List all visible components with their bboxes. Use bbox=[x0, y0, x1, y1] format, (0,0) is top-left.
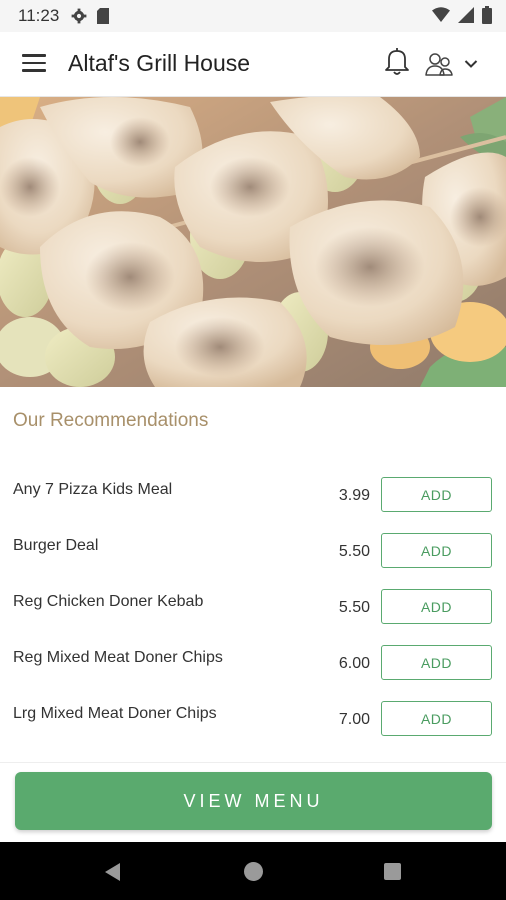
sd-card-icon bbox=[97, 8, 110, 24]
status-left-icons bbox=[71, 8, 110, 24]
list-item: Burger Deal 5.50 ADD bbox=[0, 533, 506, 589]
list-item: Any 7 Pizza Kids Meal 3.99 ADD bbox=[0, 477, 506, 533]
add-button[interactable]: ADD bbox=[381, 589, 492, 624]
list-item: Lrg Mixed Meat Doner Chips 7.00 ADD bbox=[0, 701, 506, 757]
status-right-icons bbox=[432, 6, 492, 24]
home-icon[interactable] bbox=[244, 862, 263, 881]
status-time: 11:23 bbox=[18, 6, 60, 25]
chevron-down-icon bbox=[464, 60, 478, 68]
bell-icon bbox=[385, 48, 409, 75]
item-price: 3.99 bbox=[338, 487, 370, 504]
list-item: Reg Mixed Meat Doner Chips 6.00 ADD bbox=[0, 645, 506, 701]
hero-image bbox=[0, 97, 506, 387]
item-price: 5.50 bbox=[338, 543, 370, 560]
account-menu-button[interactable] bbox=[424, 50, 492, 78]
divider bbox=[0, 762, 506, 763]
back-icon[interactable] bbox=[104, 862, 122, 882]
add-button[interactable]: ADD bbox=[381, 645, 492, 680]
item-name: Burger Deal bbox=[13, 537, 99, 554]
status-bar: 11:23 bbox=[0, 0, 506, 32]
account-icon bbox=[425, 53, 453, 76]
add-button[interactable]: ADD bbox=[381, 533, 492, 568]
app-bar: Altaf's Grill House bbox=[0, 32, 506, 97]
navigation-bar bbox=[0, 842, 506, 900]
menu-button[interactable] bbox=[22, 54, 46, 74]
section-title: Our Recommendations bbox=[13, 410, 209, 431]
item-name: Any 7 Pizza Kids Meal bbox=[13, 481, 173, 498]
recents-icon[interactable] bbox=[384, 863, 401, 880]
gear-icon bbox=[71, 8, 87, 24]
signal-icon bbox=[458, 7, 474, 23]
item-price: 6.00 bbox=[338, 655, 370, 672]
menu-icon-line bbox=[22, 69, 46, 72]
list-item: Reg Chicken Doner Kebab 5.50 ADD bbox=[0, 589, 506, 645]
page-title: Altaf's Grill House bbox=[68, 50, 251, 76]
item-price: 7.00 bbox=[338, 711, 370, 728]
item-name: Reg Mixed Meat Doner Chips bbox=[13, 649, 223, 666]
battery-icon bbox=[482, 6, 492, 24]
menu-icon-line bbox=[22, 54, 46, 57]
item-name: Lrg Mixed Meat Doner Chips bbox=[13, 705, 217, 722]
hero-overlay bbox=[0, 97, 506, 387]
view-menu-button[interactable]: VIEW MENU bbox=[15, 772, 492, 830]
menu-icon-line bbox=[22, 61, 46, 64]
add-button[interactable]: ADD bbox=[381, 701, 492, 736]
notifications-button[interactable] bbox=[384, 46, 410, 76]
item-price: 5.50 bbox=[338, 599, 370, 616]
wifi-icon bbox=[432, 7, 450, 22]
item-name: Reg Chicken Doner Kebab bbox=[13, 593, 204, 610]
add-button[interactable]: ADD bbox=[381, 477, 492, 512]
